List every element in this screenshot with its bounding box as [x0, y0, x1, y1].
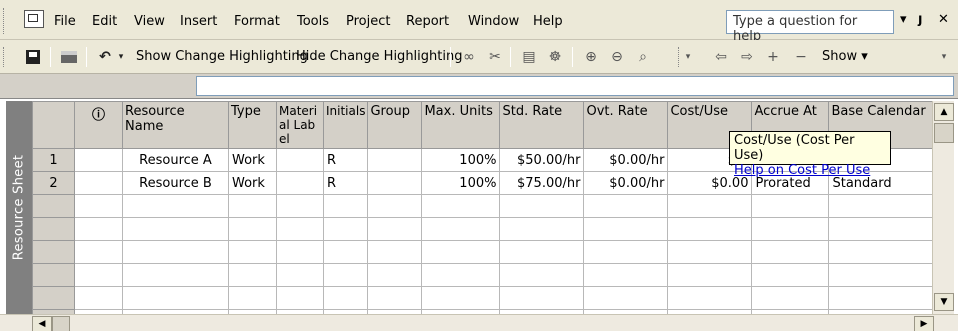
hide-subtasks-icon[interactable]: − — [790, 46, 812, 68]
restore-window-icon[interactable]: ȷ — [918, 12, 922, 27]
toolbar: ↶ ▾ Show Change Highlighting Hide Change… — [0, 40, 958, 74]
help-search-input[interactable]: Type a question for help — [726, 10, 894, 44]
ovt-rate-cell[interactable]: $0.00/hr — [583, 171, 669, 195]
select-all-header[interactable] — [32, 101, 75, 149]
material-label-column-header[interactable]: Material Label — [276, 101, 324, 149]
group-column-header[interactable]: Group — [367, 101, 423, 149]
field-tooltip: Cost/Use (Cost Per Use) Help on Cost Per… — [729, 131, 891, 178]
empty-row[interactable] — [32, 194, 934, 218]
menu-tools[interactable]: Tools — [297, 14, 329, 29]
initials-cell[interactable]: R — [322, 148, 369, 172]
save-icon[interactable] — [22, 46, 44, 68]
task-info-icon[interactable]: ▤ — [518, 46, 540, 68]
indicators-column-header[interactable]: ⓘ — [74, 101, 123, 149]
indicator-cell[interactable] — [74, 171, 123, 195]
tooltip-help-link[interactable]: Help on Cost Per Use — [734, 163, 886, 178]
std-rate-column-header[interactable]: Std. Rate — [499, 101, 585, 149]
type-cell[interactable]: Work — [228, 171, 277, 195]
menu-view[interactable]: View — [134, 14, 165, 29]
show-change-highlighting-button[interactable]: Show Change Highlighting — [136, 49, 308, 64]
indent-icon[interactable]: ⇨ — [736, 46, 758, 68]
group-cell[interactable] — [367, 148, 423, 172]
view-name-label: Resource Sheet — [11, 154, 27, 261]
resource-name-column-header[interactable]: Resource Name — [122, 101, 229, 149]
max-units-cell[interactable]: 100% — [421, 148, 501, 172]
unlink-icon[interactable]: ✂ — [484, 46, 506, 68]
zoom-in-icon[interactable]: ⊕ — [580, 46, 602, 68]
menu-format[interactable]: Format — [234, 14, 280, 29]
zoom-out-icon[interactable]: ⊖ — [606, 46, 628, 68]
vertical-scrollbar[interactable]: ▲ ▼ — [932, 101, 954, 314]
type-column-header[interactable]: Type — [228, 101, 277, 149]
std-rate-cell[interactable]: $75.00/hr — [499, 171, 585, 195]
menu-grip[interactable] — [3, 8, 7, 34]
menu-bar: File Edit View Insert Format Tools Proje… — [0, 0, 958, 44]
toolbar-options-icon[interactable]: ▾ — [682, 46, 694, 68]
scroll-left-icon[interactable]: ◀ — [32, 316, 52, 331]
scroll-down-icon[interactable]: ▼ — [934, 293, 954, 311]
copy-picture-icon[interactable]: ⌕ — [632, 46, 654, 68]
menu-file[interactable]: File — [54, 14, 76, 29]
undo-icon[interactable]: ↶ — [94, 46, 116, 68]
horizontal-scrollbar[interactable]: ◀ ▶ — [0, 314, 958, 331]
empty-row[interactable] — [32, 240, 934, 264]
link-icon[interactable]: ∞ — [458, 46, 480, 68]
row-id-cell[interactable]: 1 — [32, 148, 75, 172]
toolbar-separator — [450, 47, 451, 67]
entry-bar — [0, 74, 958, 98]
menu-help[interactable]: Help — [533, 14, 563, 29]
tooltip-title: Cost/Use (Cost Per Use) — [734, 133, 855, 163]
indicator-cell[interactable] — [74, 148, 123, 172]
material-label-cell[interactable] — [276, 171, 324, 195]
print-icon[interactable] — [58, 46, 80, 68]
assign-resources-icon[interactable]: ☸ — [544, 46, 566, 68]
menu-window[interactable]: Window — [468, 14, 519, 29]
toolbar-separator — [50, 47, 51, 67]
toolbar-grip[interactable] — [3, 47, 7, 67]
project-icon[interactable] — [24, 10, 44, 28]
initials-column-header[interactable]: Initials — [322, 101, 369, 149]
view-bar-label[interactable]: Resource Sheet — [6, 101, 32, 314]
row-id-cell[interactable]: 2 — [32, 171, 75, 195]
scroll-right-icon[interactable]: ▶ — [914, 316, 934, 331]
menu-report[interactable]: Report — [406, 14, 449, 29]
hide-change-highlighting-button[interactable]: Hide Change Highlighting — [296, 49, 462, 64]
empty-row[interactable] — [32, 217, 934, 241]
menu-project[interactable]: Project — [346, 14, 390, 29]
empty-row[interactable] — [32, 263, 934, 287]
group-cell[interactable] — [367, 171, 423, 195]
type-cell[interactable]: Work — [228, 148, 277, 172]
outdent-icon[interactable]: ⇦ — [710, 46, 732, 68]
undo-dropdown-icon[interactable]: ▾ — [114, 46, 128, 68]
std-rate-cell[interactable]: $50.00/hr — [499, 148, 585, 172]
initials-cell[interactable]: R — [322, 171, 369, 195]
scroll-thumb[interactable] — [934, 123, 954, 143]
toolbar-separator — [510, 47, 511, 67]
empty-row[interactable] — [32, 286, 934, 310]
ovt-rate-cell[interactable]: $0.00/hr — [583, 148, 669, 172]
material-label-cell[interactable] — [276, 148, 324, 172]
scroll-up-icon[interactable]: ▲ — [934, 103, 954, 121]
close-window-icon[interactable]: ✕ — [938, 12, 949, 27]
max-units-column-header[interactable]: Max. Units — [421, 101, 501, 149]
show-subtasks-icon[interactable]: + — [762, 46, 784, 68]
toolbar-separator — [86, 47, 87, 67]
help-dropdown-icon[interactable]: ▾ — [900, 12, 907, 27]
toolbar-options-icon[interactable]: ▾ — [938, 46, 950, 68]
resource-name-cell[interactable]: Resource B — [122, 171, 229, 195]
toolbar-separator — [572, 47, 573, 67]
ovt-rate-column-header[interactable]: Ovt. Rate — [583, 101, 669, 149]
resource-name-cell[interactable]: Resource A — [122, 148, 229, 172]
entry-field[interactable] — [196, 76, 954, 96]
max-units-cell[interactable]: 100% — [421, 171, 501, 195]
horizontal-scroll-thumb[interactable] — [52, 316, 70, 331]
show-dropdown-button[interactable]: Show ▾ — [822, 49, 868, 64]
menu-edit[interactable]: Edit — [92, 14, 117, 29]
menu-insert[interactable]: Insert — [180, 14, 217, 29]
